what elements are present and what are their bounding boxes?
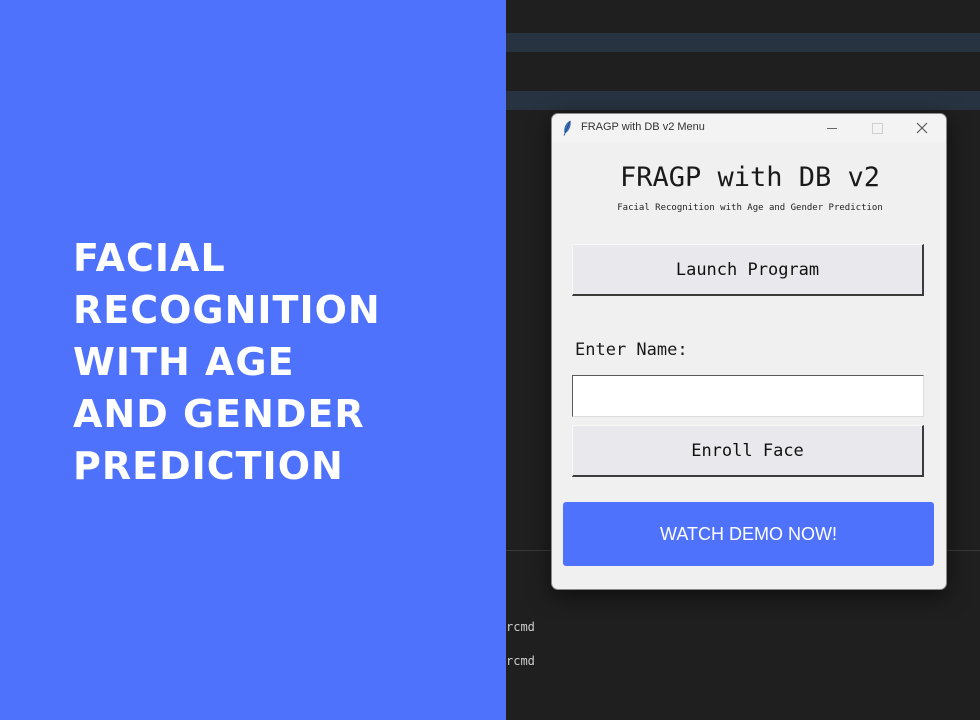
terminal-line: rcmd (506, 654, 535, 668)
headline-line-1: FACIAL (73, 236, 226, 280)
name-input[interactable] (572, 375, 924, 417)
enter-name-label: Enter Name: (575, 340, 688, 360)
promo-panel: FACIAL RECOGNITION WITH AGE AND GENDER P… (0, 0, 506, 720)
maximize-icon[interactable] (854, 114, 898, 142)
watch-demo-button[interactable]: WATCH DEMO NOW! (563, 502, 934, 566)
promo-headline: FACIAL RECOGNITION WITH AGE AND GENDER P… (73, 232, 493, 492)
app-title: FRAGP with DB v2 (619, 162, 881, 193)
feather-icon (562, 120, 572, 136)
terminal-line: rcmd (506, 620, 535, 634)
enroll-face-button[interactable]: Enroll Face (572, 425, 924, 477)
close-icon[interactable] (900, 114, 944, 142)
launch-program-button[interactable]: Launch Program (572, 244, 924, 296)
editor-highlight-line (506, 91, 980, 110)
headline-line-4: AND GENDER (73, 392, 365, 436)
editor-highlight-line (506, 33, 980, 52)
app-subtitle: Facial Recognition with Age and Gender P… (617, 203, 883, 213)
window-title: FRAGP with DB v2 Menu (581, 121, 705, 133)
minimize-icon[interactable] (810, 114, 854, 142)
headline-line-2: RECOGNITION (73, 288, 381, 332)
headline-line-3: WITH AGE (73, 340, 295, 384)
window-titlebar[interactable]: FRAGP with DB v2 Menu (552, 114, 946, 142)
headline-line-5: PREDICTION (73, 444, 344, 488)
